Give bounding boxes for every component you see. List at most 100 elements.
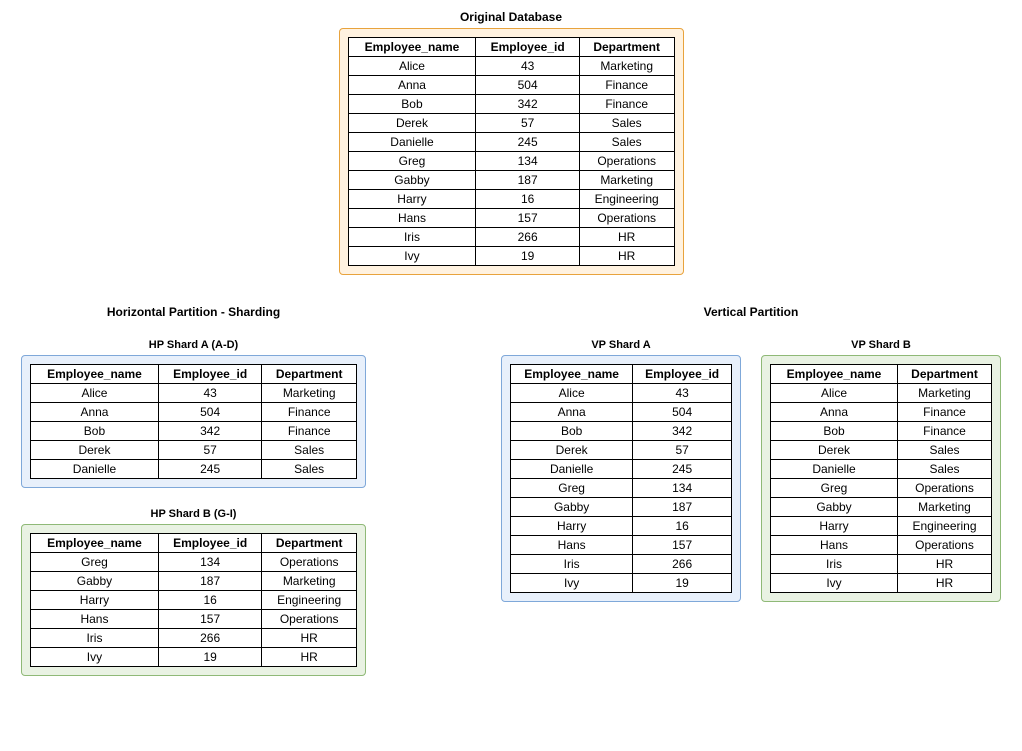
table-cell: Anna [771, 403, 898, 422]
table-cell: Harry [771, 517, 898, 536]
table-cell: Ivy [511, 574, 633, 593]
table-cell: Gabby [511, 498, 633, 517]
table-cell: Danielle [511, 460, 633, 479]
table-cell: Greg [348, 152, 476, 171]
table-row: HansOperations [771, 536, 992, 555]
col-name: Employee_name [511, 365, 633, 384]
hp-shard-a-table: Employee_name Employee_id Department Ali… [30, 364, 357, 479]
col-id: Employee_id [158, 534, 261, 553]
table-cell: Sales [898, 441, 992, 460]
table-cell: Sales [579, 114, 674, 133]
table-cell: Danielle [348, 133, 476, 152]
hp-shard-b-title: HP Shard B (G-I) [21, 508, 366, 520]
table-cell: Iris [31, 629, 159, 648]
table-cell: Engineering [262, 591, 357, 610]
table-cell: Marketing [262, 384, 357, 403]
table-cell: Bob [348, 95, 476, 114]
table-cell: Operations [579, 209, 674, 228]
table-cell: Hans [31, 610, 159, 629]
vp-shard-b-block: VP Shard B Employee_name Department Alic… [761, 339, 1001, 602]
col-name: Employee_name [348, 38, 476, 57]
table-cell: Finance [898, 403, 992, 422]
table-row: AnnaFinance [771, 403, 992, 422]
table-cell: Anna [511, 403, 633, 422]
vertical-partition-block: Vertical Partition VP Shard A Employee_n… [501, 305, 1001, 622]
hp-shard-a-block: HP Shard A (A-D) Employee_name Employee_… [21, 339, 366, 488]
table-cell: 504 [158, 403, 261, 422]
table-row: Ivy19HR [348, 247, 674, 266]
col-id: Employee_id [633, 365, 732, 384]
table-cell: Sales [579, 133, 674, 152]
table-cell: Iris [348, 228, 476, 247]
table-cell: 187 [633, 498, 732, 517]
table-cell: Derek [348, 114, 476, 133]
table-row: Greg134 [511, 479, 732, 498]
table-cell: HR [898, 555, 992, 574]
table-cell: Operations [579, 152, 674, 171]
vp-shard-b-title: VP Shard B [761, 339, 1001, 351]
table-cell: Finance [579, 95, 674, 114]
table-cell: Derek [31, 441, 159, 460]
table-cell: Engineering [898, 517, 992, 536]
table-row: Greg134Operations [31, 553, 357, 572]
table-cell: 266 [633, 555, 732, 574]
table-cell: 187 [158, 572, 261, 591]
table-cell: Greg [511, 479, 633, 498]
table-cell: Harry [348, 190, 476, 209]
hp-shard-a-title: HP Shard A (A-D) [21, 339, 366, 351]
col-dept: Department [262, 365, 357, 384]
table-cell: Greg [31, 553, 159, 572]
table-cell: Marketing [579, 57, 674, 76]
table-row: Hans157Operations [348, 209, 674, 228]
col-name: Employee_name [31, 365, 159, 384]
table-row: Bob342Finance [31, 422, 357, 441]
table-cell: Operations [898, 479, 992, 498]
table-cell: Hans [771, 536, 898, 555]
table-cell: Iris [511, 555, 633, 574]
table-cell: Finance [262, 422, 357, 441]
original-title: Original Database [339, 10, 684, 24]
table-cell: Gabby [348, 171, 476, 190]
table-row: GabbyMarketing [771, 498, 992, 517]
table-row: Danielle245 [511, 460, 732, 479]
hp-shard-b-card: Employee_name Employee_id Department Gre… [21, 524, 366, 676]
table-cell: 19 [158, 648, 261, 667]
hp-shard-b-tbody: Greg134OperationsGabby187MarketingHarry1… [31, 553, 357, 667]
table-cell: Finance [898, 422, 992, 441]
table-cell: Alice [511, 384, 633, 403]
hp-shard-a-card: Employee_name Employee_id Department Ali… [21, 355, 366, 488]
table-cell: Sales [898, 460, 992, 479]
table-cell: 266 [476, 228, 579, 247]
table-cell: Harry [31, 591, 159, 610]
table-cell: Sales [262, 441, 357, 460]
original-card: Employee_name Employee_id Department Ali… [339, 28, 684, 275]
table-row: Harry16Engineering [31, 591, 357, 610]
hp-shard-a-tbody: Alice43MarketingAnna504FinanceBob342Fina… [31, 384, 357, 479]
table-cell: 504 [476, 76, 579, 95]
horizontal-title: Horizontal Partition - Sharding [21, 305, 366, 319]
table-cell: Ivy [771, 574, 898, 593]
col-name: Employee_name [771, 365, 898, 384]
table-cell: 504 [633, 403, 732, 422]
table-row: Danielle245Sales [348, 133, 674, 152]
table-row: Alice43 [511, 384, 732, 403]
table-row: Greg134Operations [348, 152, 674, 171]
vp-shard-a-title: VP Shard A [501, 339, 741, 351]
table-cell: 245 [476, 133, 579, 152]
table-cell: 245 [158, 460, 261, 479]
table-cell: Derek [511, 441, 633, 460]
table-cell: Sales [262, 460, 357, 479]
table-cell: Operations [262, 553, 357, 572]
table-row: Gabby187 [511, 498, 732, 517]
table-cell: 19 [633, 574, 732, 593]
table-row: Harry16 [511, 517, 732, 536]
table-row: GregOperations [771, 479, 992, 498]
table-row: Iris266HR [31, 629, 357, 648]
original-table: Employee_name Employee_id Department Ali… [348, 37, 675, 266]
table-cell: 134 [633, 479, 732, 498]
table-cell: 16 [633, 517, 732, 536]
table-cell: 342 [476, 95, 579, 114]
table-row: AliceMarketing [771, 384, 992, 403]
table-cell: Bob [511, 422, 633, 441]
table-row: Danielle245Sales [31, 460, 357, 479]
